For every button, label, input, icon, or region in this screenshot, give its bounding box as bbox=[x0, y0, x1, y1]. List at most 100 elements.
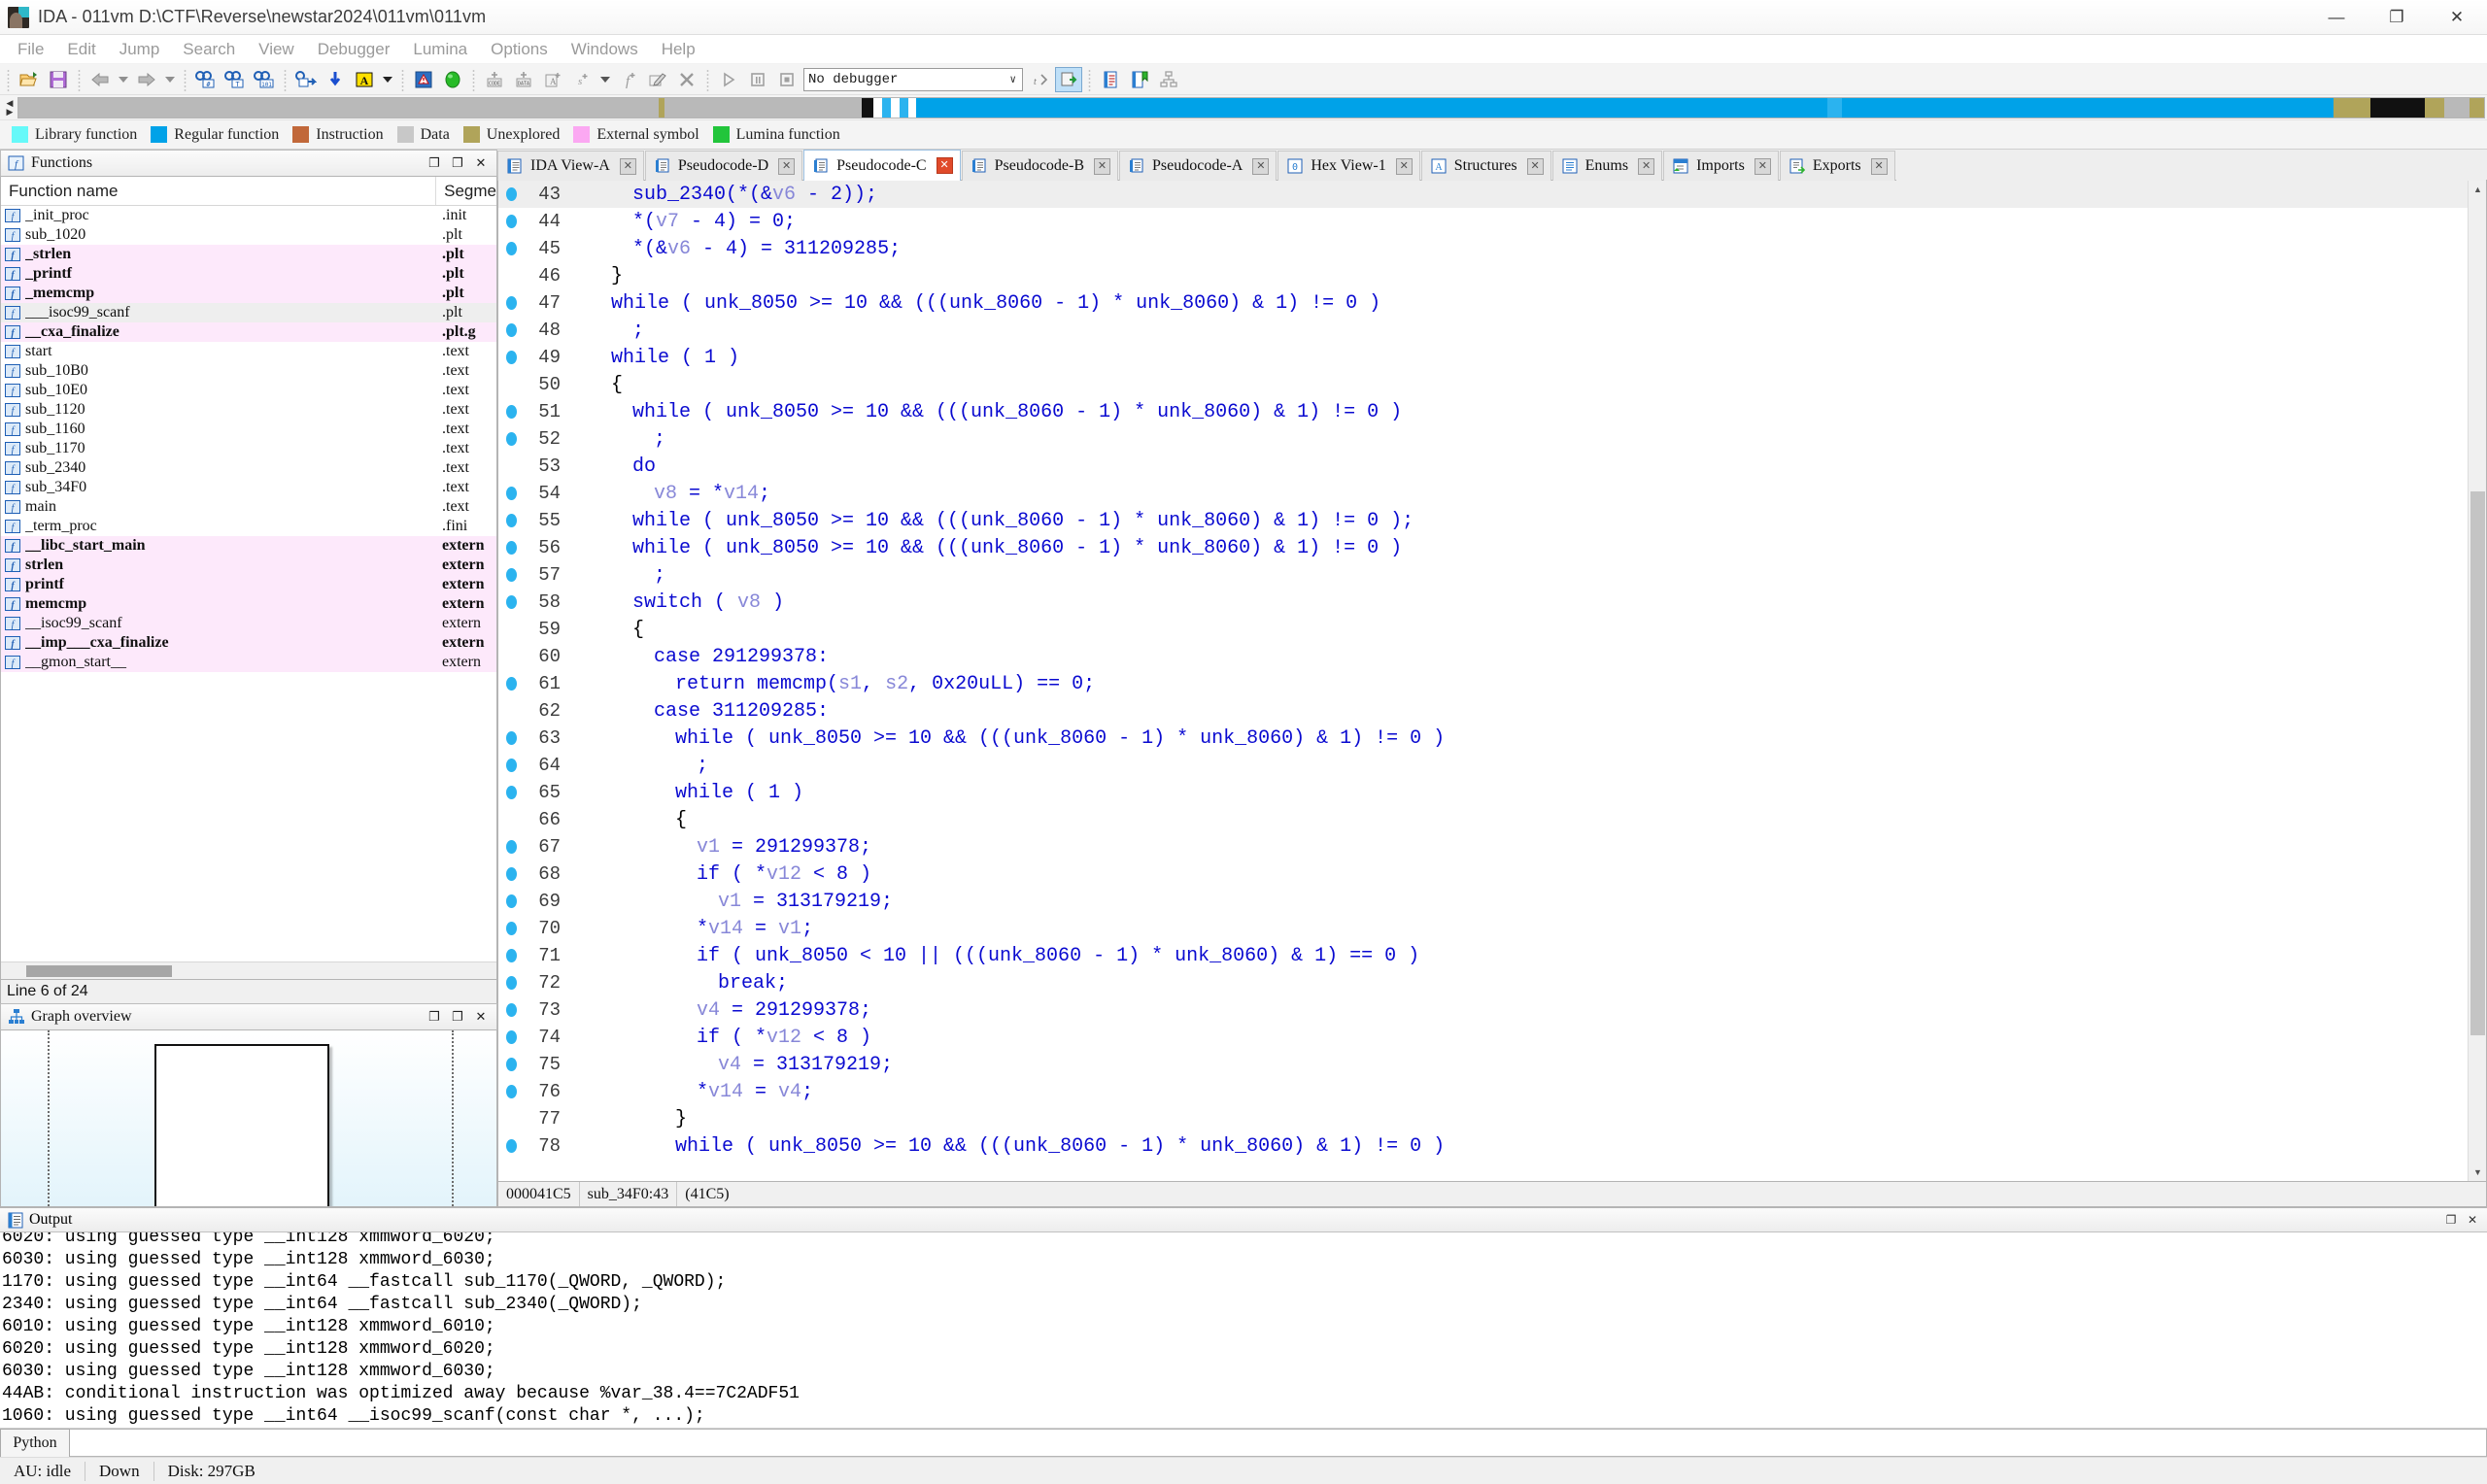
edit-function-icon[interactable] bbox=[644, 67, 671, 92]
breakpoint-dot-icon[interactable] bbox=[498, 1030, 524, 1044]
table-row[interactable]: f _term_proc .fini bbox=[1, 517, 496, 536]
menu-help[interactable]: Help bbox=[650, 37, 707, 62]
breakpoint-dot-icon[interactable] bbox=[498, 432, 524, 446]
code-line[interactable]: 53 do bbox=[498, 453, 2468, 480]
tab-structures[interactable]: A Structures ✕ bbox=[1420, 151, 1551, 181]
code-line[interactable]: 56 while ( unk_8050 >= 10 && (((unk_8060 … bbox=[498, 534, 2468, 561]
make-function-icon[interactable]: f bbox=[615, 67, 642, 92]
pseudocode-editor[interactable]: 43 sub_2340(*(&v6 - 2)); 44 *(v7 - 4) = 0; 4… bbox=[497, 181, 2487, 1182]
code-line[interactable]: 62 case 311209285: bbox=[498, 697, 2468, 725]
table-row[interactable]: f _init_proc .init bbox=[1, 206, 496, 225]
undefine-icon[interactable] bbox=[673, 67, 700, 92]
navigate-forward-icon[interactable] bbox=[133, 67, 160, 92]
breakpoint-dot-icon[interactable] bbox=[498, 487, 524, 500]
table-row[interactable]: f memcmp extern bbox=[1, 594, 496, 614]
scroll-down-icon[interactable]: ▼ bbox=[2469, 1164, 2486, 1181]
table-row[interactable]: f __cxa_finalize .plt.g bbox=[1, 322, 496, 342]
code-line[interactable]: 47 while ( unk_8050 >= 10 && (((unk_8060 … bbox=[498, 289, 2468, 317]
open-file-icon[interactable] bbox=[16, 67, 43, 92]
tab-pseudocode-b[interactable]: Pseudocode-B ✕ bbox=[961, 151, 1119, 181]
tab-close-icon[interactable]: ✕ bbox=[1526, 157, 1544, 175]
output-text[interactable]: 6020: using guessed type __int128 xmmwor… bbox=[0, 1232, 2487, 1428]
breakpoint-dot-icon[interactable] bbox=[498, 1003, 524, 1017]
code-line[interactable]: 64; bbox=[498, 752, 2468, 779]
graph-overview-close-button[interactable]: ✕ bbox=[469, 1006, 493, 1028]
code-line[interactable]: 67 v1 = 291299378; bbox=[498, 833, 2468, 860]
table-row[interactable]: f sub_1160 .text bbox=[1, 420, 496, 439]
graph-overview-restore-button[interactable]: ❐ bbox=[423, 1006, 446, 1028]
jump-down-icon[interactable] bbox=[322, 67, 349, 92]
toolbar-grip-5[interactable] bbox=[399, 67, 406, 91]
tab-pseudocode-d[interactable]: Pseudocode-D ✕ bbox=[644, 151, 803, 181]
debug-run-icon[interactable] bbox=[715, 67, 742, 92]
breakpoint-dot-icon[interactable] bbox=[498, 568, 524, 582]
search-hex-icon[interactable]: # bbox=[192, 67, 220, 92]
navigate-forward-dropdown-icon[interactable] bbox=[162, 67, 178, 92]
menu-search[interactable]: Search bbox=[171, 37, 247, 62]
search-bytes-icon[interactable]: 101 bbox=[251, 67, 278, 92]
toolbar-grip-3[interactable] bbox=[182, 67, 188, 91]
code-line[interactable]: 77} bbox=[498, 1105, 2468, 1132]
code-line[interactable]: 61 return memcmp(s1, s2, 0x20uLL) == 0; bbox=[498, 670, 2468, 697]
table-row[interactable]: f sub_34F0 .text bbox=[1, 478, 496, 497]
code-line[interactable]: 58 switch ( v8 ) bbox=[498, 589, 2468, 616]
toolbar-grip[interactable] bbox=[5, 67, 12, 91]
maximize-button[interactable]: ❐ bbox=[2367, 0, 2427, 35]
graph-node-thumbnail[interactable] bbox=[154, 1044, 329, 1206]
code-line[interactable]: 46} bbox=[498, 262, 2468, 289]
make-string-dropdown-icon[interactable] bbox=[597, 67, 613, 92]
tab-pseudocode-a[interactable]: Pseudocode-A ✕ bbox=[1119, 151, 1278, 181]
table-row[interactable]: f sub_1170 .text bbox=[1, 439, 496, 458]
tab-close-icon[interactable]: ✕ bbox=[619, 157, 636, 175]
code-line[interactable]: 72 break; bbox=[498, 969, 2468, 996]
code-line[interactable]: 70 *v14 = v1; bbox=[498, 915, 2468, 942]
breakpoint-dot-icon[interactable] bbox=[498, 759, 524, 772]
breakpoint-dot-icon[interactable] bbox=[498, 215, 524, 228]
tab-close-icon[interactable]: ✕ bbox=[778, 157, 796, 175]
jump-to-icon[interactable] bbox=[292, 67, 320, 92]
table-row[interactable]: f _strlen .plt bbox=[1, 245, 496, 264]
code-line[interactable]: 49 while ( 1 ) bbox=[498, 344, 2468, 371]
table-row[interactable]: f sub_1120 .text bbox=[1, 400, 496, 420]
menu-file[interactable]: File bbox=[6, 37, 55, 62]
breakpoint-dot-icon[interactable] bbox=[498, 541, 524, 555]
make-code-icon[interactable]: CODE bbox=[481, 67, 508, 92]
navigation-band[interactable] bbox=[17, 96, 2485, 118]
breakpoint-dot-icon[interactable] bbox=[498, 514, 524, 527]
save-icon[interactable] bbox=[45, 67, 72, 92]
code-line[interactable]: 55 while ( unk_8050 >= 10 && (((unk_8060 … bbox=[498, 507, 2468, 534]
table-row[interactable]: f start .text bbox=[1, 342, 496, 361]
breakpoint-dot-icon[interactable] bbox=[498, 786, 524, 799]
menu-edit[interactable]: Edit bbox=[55, 37, 107, 62]
tab-hex-view-1[interactable]: 0 Hex View-1 ✕ bbox=[1278, 151, 1420, 181]
debug-stop-icon[interactable] bbox=[773, 67, 801, 92]
output-float-button[interactable]: ❐ bbox=[2440, 1210, 2462, 1230]
debug-options-icon[interactable]: t bbox=[1026, 67, 1053, 92]
navband-arrows[interactable]: ◀ ▶ bbox=[2, 97, 17, 118]
debugger-select[interactable]: No debugger ∨ bbox=[803, 67, 1023, 91]
output-command-input[interactable] bbox=[70, 1429, 2487, 1457]
code-line[interactable]: 44 *(v7 - 4) = 0; bbox=[498, 208, 2468, 235]
bookmark-icon[interactable] bbox=[1126, 67, 1153, 92]
minimize-button[interactable]: — bbox=[2306, 0, 2367, 35]
code-line[interactable]: 66 { bbox=[498, 806, 2468, 833]
run-green-icon[interactable] bbox=[439, 67, 466, 92]
code-line[interactable]: 51 while ( unk_8050 >= 10 && (((unk_8060 … bbox=[498, 398, 2468, 425]
breakpoint-dot-icon[interactable] bbox=[498, 1058, 524, 1071]
graph-icon[interactable] bbox=[1155, 67, 1182, 92]
make-string-icon[interactable]: s bbox=[568, 67, 596, 92]
breakpoint-dot-icon[interactable] bbox=[498, 1139, 524, 1153]
table-row[interactable]: f strlen extern bbox=[1, 556, 496, 575]
code-line[interactable]: 50 { bbox=[498, 371, 2468, 398]
table-row[interactable]: f _memcmp .plt bbox=[1, 284, 496, 303]
graph-overview-canvas[interactable] bbox=[0, 1030, 497, 1207]
toolbar-grip-2[interactable] bbox=[76, 67, 83, 91]
table-row[interactable]: f sub_10E0 .text bbox=[1, 381, 496, 400]
table-row[interactable]: f sub_2340 .text bbox=[1, 458, 496, 478]
tab-pseudocode-c[interactable]: Pseudocode-C ✕ bbox=[803, 150, 961, 181]
breakpoint-dot-icon[interactable] bbox=[498, 296, 524, 310]
tab-close-icon[interactable]: ✕ bbox=[1395, 157, 1413, 175]
code-line[interactable]: 54 v8 = *v14; bbox=[498, 480, 2468, 507]
code-line[interactable]: 74 if ( *v12 < 8 ) bbox=[498, 1024, 2468, 1051]
graph-overview-float-button[interactable]: ❐ bbox=[446, 1006, 469, 1028]
